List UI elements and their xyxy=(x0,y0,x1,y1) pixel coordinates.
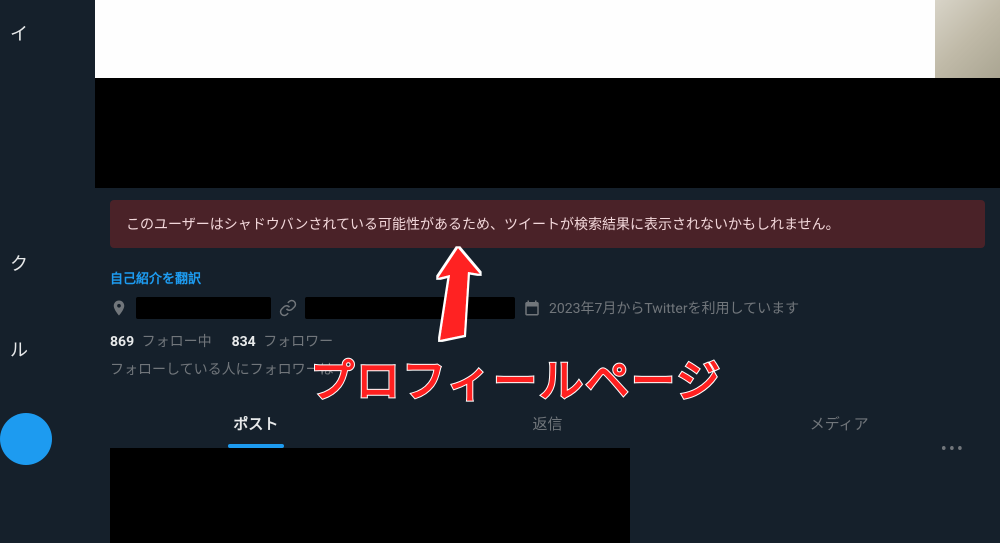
following-label: フォロー中 xyxy=(142,334,212,350)
tab-replies[interactable]: 返信 xyxy=(402,399,694,448)
profile-header-redacted xyxy=(95,78,1000,188)
more-options-icon[interactable]: ••• xyxy=(941,439,965,460)
sidebar-item-1[interactable]: イ xyxy=(10,20,50,46)
sidebar: イ ク ル xyxy=(0,0,50,515)
profile-stats: 869 フォロー中 834 フォロワー xyxy=(110,331,985,351)
followers-label: フォロワー xyxy=(263,334,333,350)
tab-posts[interactable]: ポスト xyxy=(110,399,402,448)
calendar-icon xyxy=(523,299,541,317)
translate-bio-link[interactable]: 自己紹介を翻訳 xyxy=(110,268,201,287)
following-stat[interactable]: 869 フォロー中 xyxy=(110,331,212,351)
main-content: このユーザーはシャドウバンされている可能性があるため、ツイートが検索結果に表示さ… xyxy=(95,0,1000,515)
link-icon xyxy=(279,299,297,317)
profile-tabs: ポスト 返信 メディア xyxy=(110,399,985,448)
shadowban-warning: このユーザーはシャドウバンされている可能性があるため、ツイートが検索結果に表示さ… xyxy=(110,200,985,248)
profile-meta-row: 2023年7月からTwitterを利用しています xyxy=(110,297,985,319)
followers-count: 834 xyxy=(232,334,256,350)
post-content-redacted xyxy=(110,448,630,543)
joined-date: 2023年7月からTwitterを利用しています xyxy=(549,298,799,318)
location-redacted xyxy=(136,297,271,319)
sidebar-item-2[interactable]: ク xyxy=(10,250,28,276)
location-icon xyxy=(110,299,128,317)
followers-note: フォローしている人にフォロワーは xyxy=(110,359,985,379)
profile-banner xyxy=(95,0,1000,78)
following-count: 869 xyxy=(110,334,134,350)
link-redacted xyxy=(305,297,515,319)
sidebar-item-3[interactable]: ル xyxy=(10,336,28,362)
compose-post-button[interactable] xyxy=(0,413,52,465)
followers-stat[interactable]: 834 フォロワー xyxy=(232,331,334,351)
